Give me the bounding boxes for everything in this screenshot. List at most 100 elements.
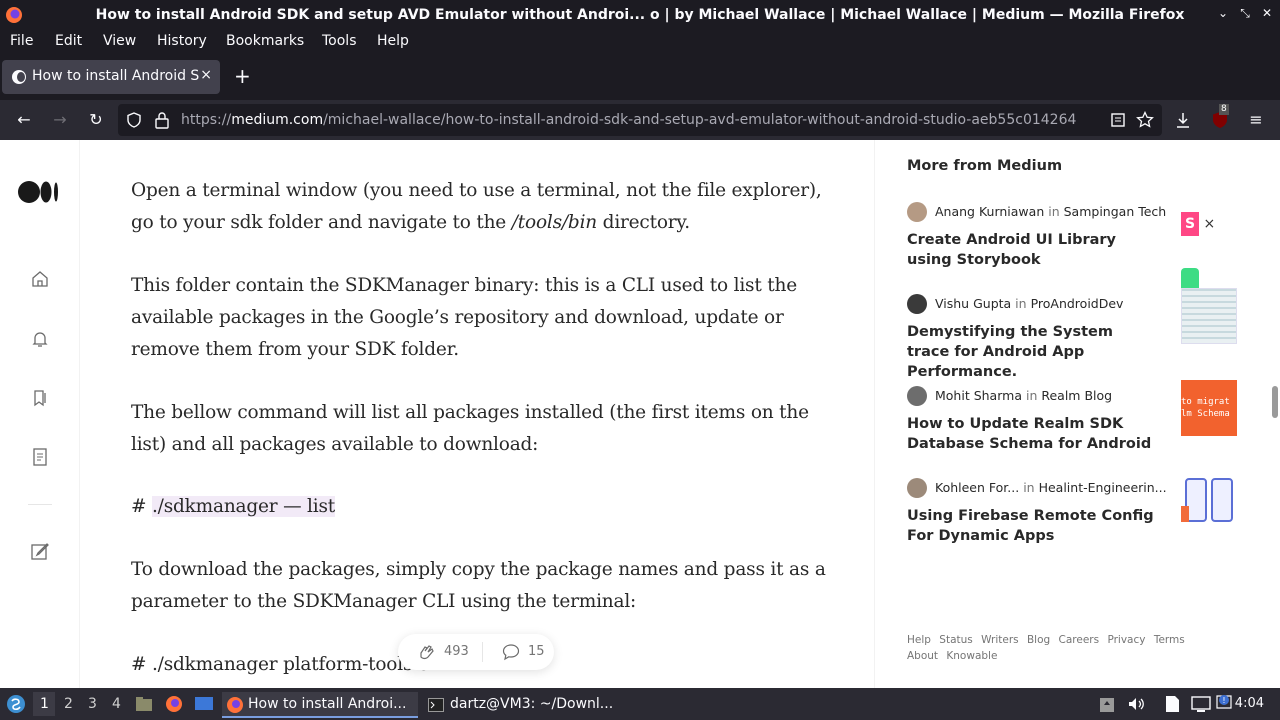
publication-name[interactable]: Healint-Engineerin... [1039, 480, 1167, 495]
scrollbar-thumb[interactable] [1272, 386, 1278, 418]
story-headline[interactable]: Using Firebase Remote Config For Dynamic… [907, 506, 1157, 546]
taskbar-task-firefox[interactable]: How to install Androi... [222, 692, 418, 718]
firefox-launcher-icon[interactable] [165, 695, 183, 713]
publication-name[interactable]: Sampingan Tech [1064, 204, 1167, 219]
stories-document-icon[interactable] [30, 447, 50, 467]
updates-tray-icon[interactable]: ! [1215, 693, 1233, 713]
more-from-medium-sidebar: More from Medium Anang Kurniawan in Samp… [874, 140, 1280, 688]
workspace-3[interactable]: 3 [88, 696, 97, 712]
ublock-extension-icon[interactable]: 8 [1211, 104, 1229, 129]
back-icon[interactable]: ← [14, 110, 34, 130]
story-headline[interactable]: How to Update Realm SDK Database Schema … [907, 414, 1157, 454]
taskbar-task-terminal[interactable]: dartz@VM3: ~/Downl... [424, 692, 624, 718]
page-content: Open a terminal window (you need to use … [0, 140, 1280, 688]
author-avatar[interactable] [907, 478, 927, 498]
story-thumbnail[interactable]: S × [1181, 196, 1237, 292]
menu-history[interactable]: History [157, 33, 207, 49]
downloads-icon[interactable] [1174, 111, 1192, 129]
notifications-bell-icon[interactable] [30, 329, 50, 349]
medium-logo-icon[interactable] [18, 180, 60, 204]
highlighted-code[interactable]: ./sdkmanager — list [151, 496, 335, 517]
extension-badge: 8 [1219, 104, 1229, 115]
author-name[interactable]: Mohit Sharma [935, 388, 1022, 403]
paragraph-2: This folder contain the SDKManager binar… [131, 275, 797, 360]
menu-tools[interactable]: Tools [322, 33, 357, 49]
task-label: How to install Androi... [248, 696, 407, 712]
footer-link-privacy[interactable]: Privacy [1107, 634, 1145, 646]
terminal-icon [428, 698, 444, 712]
firefox-task-icon [227, 697, 243, 713]
footer-link-knowable[interactable]: Knowable [946, 650, 997, 662]
footer-link-blog[interactable]: Blog [1027, 634, 1050, 646]
forward-icon[interactable]: → [50, 110, 70, 130]
medium-left-rail [0, 140, 80, 688]
author-avatar[interactable] [907, 294, 927, 314]
author-name[interactable]: Kohleen For... [935, 480, 1019, 495]
system-taskbar: 1 2 3 4 How to install Androi... dartz@V… [0, 688, 1280, 720]
reload-icon[interactable]: ↻ [86, 110, 106, 130]
tab-strip: How to install Android SDK × + [0, 52, 1280, 100]
lock-icon[interactable] [154, 111, 170, 129]
menu-help[interactable]: Help [377, 33, 409, 49]
comment-count: 15 [528, 644, 545, 659]
close-icon[interactable]: ✕ [1260, 6, 1274, 21]
author-name[interactable]: Vishu Gupta [935, 296, 1011, 311]
page-scrollbar[interactable] [1270, 140, 1280, 688]
lists-bookmark-icon[interactable] [30, 388, 50, 408]
site-info-icon[interactable] [126, 112, 142, 128]
menu-file[interactable]: File [10, 33, 33, 49]
window-titlebar: How to install Android SDK and setup AVD… [0, 0, 1280, 30]
clock[interactable]: 4:04 [1235, 696, 1264, 711]
url-bar[interactable]: https://medium.com/michael-wallace/how-t… [118, 104, 1162, 136]
story-headline[interactable]: Create Android UI Library using Storyboo… [907, 230, 1157, 270]
story-thumbnail[interactable]: to migrat lm Schema [1181, 380, 1237, 436]
story-thumbnail[interactable] [1181, 472, 1237, 528]
footer-link-writers[interactable]: Writers [981, 634, 1019, 646]
author-avatar[interactable] [907, 386, 927, 406]
in-word: in [1048, 204, 1060, 219]
footer-link-help[interactable]: Help [907, 634, 931, 646]
publication-name[interactable]: Realm Blog [1041, 388, 1112, 403]
footer-link-about[interactable]: About [907, 650, 938, 662]
menu-bar: File Edit View History Bookmarks Tools H… [0, 30, 1280, 52]
display-tray-icon[interactable] [1191, 695, 1211, 713]
reader-view-icon[interactable] [1110, 112, 1126, 128]
menu-edit[interactable]: Edit [55, 33, 82, 49]
workspace-2[interactable]: 2 [64, 696, 73, 712]
publication-name[interactable]: ProAndroidDev [1031, 296, 1124, 311]
paragraph-5: To download the packages, simply copy th… [131, 559, 826, 612]
desktop-icon[interactable] [194, 695, 214, 713]
minimize-icon[interactable]: ⌄ [1216, 6, 1230, 21]
tab-active[interactable]: How to install Android SDK × [2, 60, 220, 94]
tab-close-icon[interactable]: × [200, 67, 212, 83]
notes-tray-icon[interactable] [1163, 694, 1181, 714]
rail-divider [28, 504, 52, 505]
clap-icon[interactable] [416, 642, 436, 662]
footer-link-careers[interactable]: Careers [1059, 634, 1100, 646]
footer-link-status[interactable]: Status [939, 634, 972, 646]
start-menu-icon[interactable] [6, 694, 26, 714]
write-icon[interactable] [30, 541, 50, 561]
bookmark-star-icon[interactable] [1136, 111, 1154, 129]
workspace-1[interactable]: 1 [40, 696, 49, 712]
paragraph-command-list: # ./sdkmanager — list [131, 496, 336, 517]
story-thumbnail[interactable] [1181, 288, 1237, 344]
menu-bookmarks[interactable]: Bookmarks [226, 33, 304, 49]
restore-icon[interactable]: ⤡ [1238, 6, 1252, 21]
author-avatar[interactable] [907, 202, 927, 222]
story-headline[interactable]: Demystifying the System trace for Androi… [907, 322, 1157, 382]
in-word: in [1025, 388, 1038, 403]
new-tab-button[interactable]: + [234, 66, 251, 86]
storybook-logo-icon: S [1181, 212, 1199, 236]
author-name[interactable]: Anang Kurniawan [935, 204, 1044, 219]
menu-view[interactable]: View [103, 33, 136, 49]
url-text[interactable]: https://medium.com/michael-wallace/how-t… [181, 112, 1076, 128]
hamburger-menu-icon[interactable]: ≡ [1246, 110, 1266, 130]
volume-icon[interactable] [1127, 695, 1145, 713]
clipboard-tray-icon[interactable] [1099, 695, 1115, 713]
workspace-4[interactable]: 4 [112, 696, 121, 712]
file-manager-icon[interactable] [135, 695, 153, 713]
home-icon[interactable] [30, 269, 50, 289]
comment-icon[interactable] [502, 643, 520, 661]
footer-link-terms[interactable]: Terms [1154, 634, 1185, 646]
